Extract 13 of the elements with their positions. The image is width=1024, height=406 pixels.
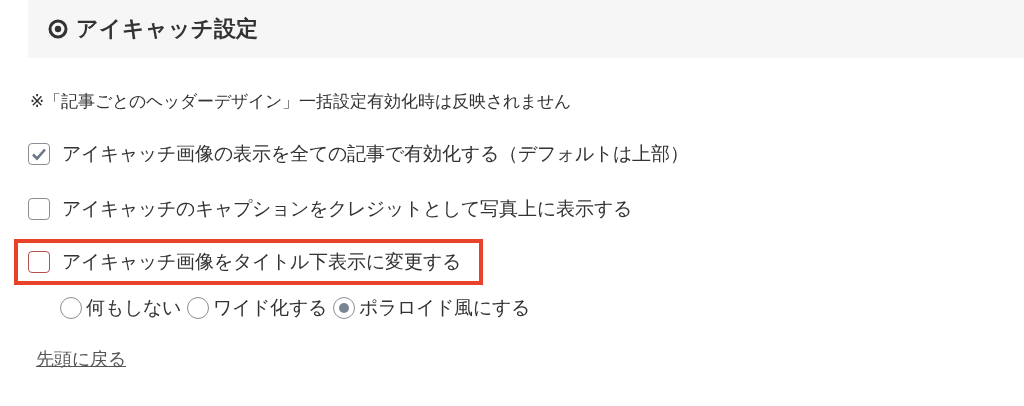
checkbox[interactable] xyxy=(28,143,50,165)
checkbox-label: アイキャッチのキャプションをクレジットとして写真上に表示する xyxy=(62,196,632,221)
checkbox-label: アイキャッチ画像をタイトル下表示に変更する xyxy=(62,249,461,274)
radio-label: ワイド化する xyxy=(213,295,327,320)
note-text: ※「記事ごとのヘッダーデザイン」一括設定有効化時は反映されません xyxy=(30,90,573,113)
checkbox[interactable] xyxy=(28,251,50,273)
section-title: アイキャッチ設定 xyxy=(76,15,258,43)
eye-icon xyxy=(48,19,68,39)
checkbox-label: アイキャッチ画像の表示を全ての記事で有効化する（デフォルトは上部） xyxy=(62,141,689,166)
radio-label: 何もしない xyxy=(86,295,181,320)
back-to-top-link[interactable]: 先頭に戻る xyxy=(36,347,126,371)
checkbox[interactable] xyxy=(28,198,50,220)
radio-label: ポラロイド風にする xyxy=(359,295,530,320)
